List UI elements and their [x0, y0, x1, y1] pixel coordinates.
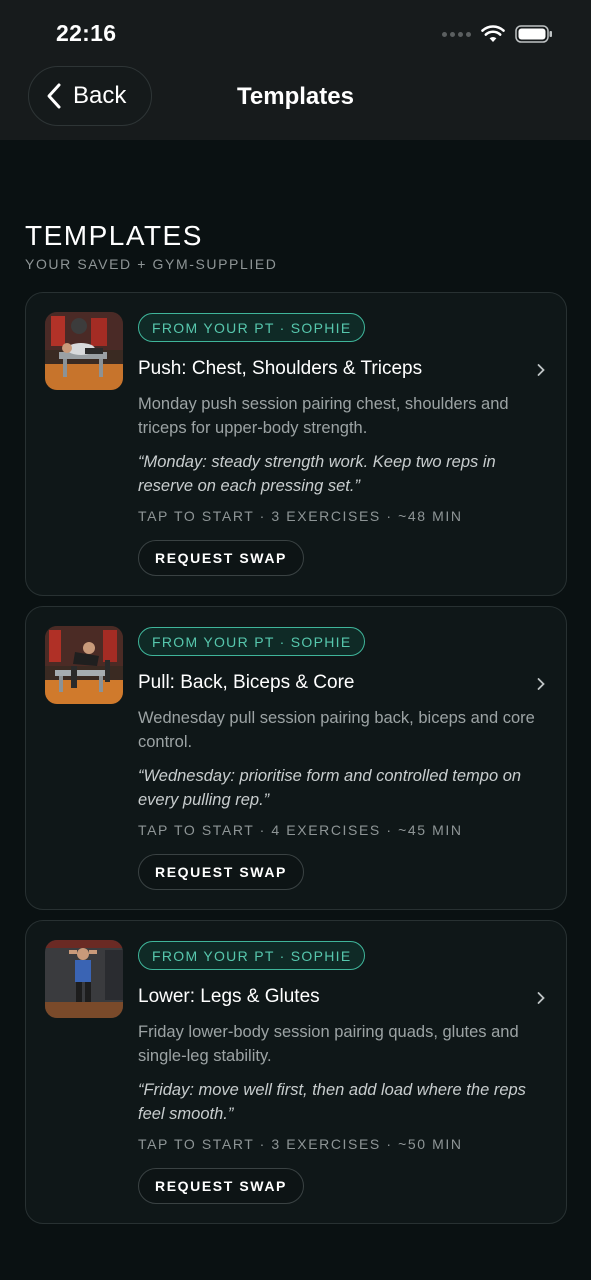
section-heading: TEMPLATES — [25, 220, 203, 251]
status-time: 22:16 — [56, 20, 117, 46]
template-description: Monday push session pairing chest, shoul… — [138, 395, 509, 437]
template-description: Friday lower-body session pairing quads,… — [138, 1023, 519, 1065]
template-description: Wednesday pull session pairing back, bic… — [138, 709, 535, 751]
wifi-icon — [481, 25, 505, 42]
section-subheading: YOUR SAVED + GYM-SUPPLIED — [25, 256, 278, 272]
page-title: Templates — [237, 83, 354, 110]
bench-press-thumbnail — [45, 312, 123, 390]
request-swap-button[interactable]: REQUEST SWAP — [138, 854, 304, 890]
template-meta: TAP TO START · 4 EXERCISES · ~45 MIN — [138, 822, 463, 838]
pt-note: “Friday: move well first, then add load … — [138, 1081, 526, 1123]
chevron-right-icon — [537, 678, 545, 690]
cellular-signal-icon — [442, 31, 471, 37]
template-card-lower[interactable]: FROM YOUR PT · SOPHIE Lower: Legs & Glut… — [25, 920, 567, 1224]
pt-badge: FROM YOUR PT · SOPHIE — [138, 941, 366, 970]
pt-note: “Monday: steady strength work. Keep two … — [138, 453, 496, 495]
template-card-pull[interactable]: FROM YOUR PT · SOPHIE Pull: Back, Biceps… — [25, 606, 567, 910]
pt-badge: FROM YOUR PT · SOPHIE — [138, 627, 366, 656]
chevron-right-icon — [537, 364, 545, 376]
template-title: Pull: Back, Biceps & Core — [138, 672, 355, 693]
chevron-right-icon — [537, 992, 545, 1004]
pt-badge: FROM YOUR PT · SOPHIE — [138, 313, 366, 342]
template-meta: TAP TO START · 3 EXERCISES · ~48 MIN — [138, 508, 463, 524]
template-meta: TAP TO START · 3 EXERCISES · ~50 MIN — [138, 1136, 463, 1152]
template-card-push[interactable]: FROM YOUR PT · SOPHIE Push: Chest, Shoul… — [25, 292, 567, 596]
status-icons — [442, 22, 553, 46]
template-title: Push: Chest, Shoulders & Triceps — [138, 358, 423, 379]
top-bar: 22:16 Back Templates — [0, 0, 591, 140]
dumbbell-row-thumbnail — [45, 626, 123, 704]
battery-icon — [515, 25, 552, 43]
request-swap-button[interactable]: REQUEST SWAP — [138, 1168, 304, 1204]
template-title: Lower: Legs & Glutes — [138, 986, 320, 1007]
pt-note: “Wednesday: prioritise form and controll… — [138, 767, 522, 809]
squat-thumbnail — [45, 940, 123, 1018]
request-swap-button[interactable]: REQUEST SWAP — [138, 540, 304, 576]
